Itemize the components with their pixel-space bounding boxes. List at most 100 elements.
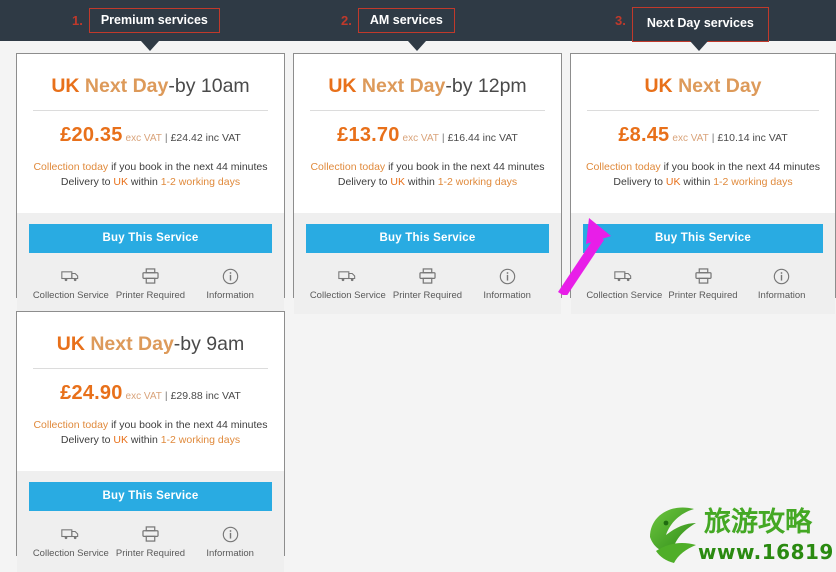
feature-printer-required[interactable]: Printer Required (111, 267, 191, 301)
price-row: £8.45 exc VAT | £10.14 inc VAT (585, 111, 821, 151)
card-title: UK Next Day-by 10am (31, 66, 270, 110)
feature-label: Information (757, 290, 806, 301)
delivery-mid: within (680, 176, 714, 188)
collection-highlight: Collection today (585, 161, 661, 173)
price-separator: | (711, 132, 715, 144)
caret-down-icon-nextday (690, 41, 708, 51)
tab-premium-services[interactable]: Premium services (88, 8, 220, 33)
buy-this-service-button[interactable]: Buy This Service (29, 224, 272, 253)
feature-label: Information (483, 290, 531, 301)
site-watermark: 旅游攻略 www.1681989.cn (650, 506, 834, 564)
card-footer: Buy This Service Collection Service Prin… (17, 471, 284, 572)
collection-line: Collection today if you book in the next… (31, 418, 270, 433)
service-card-next-day-10am[interactable]: UK Next Day-by 10am £20.35 exc VAT | £24.42… (16, 53, 285, 314)
price-inc-vat: £10.14 inc VAT (717, 132, 788, 144)
delivery-line: Delivery to UK within 1-2 working days (308, 175, 547, 190)
title-uk: UK (56, 333, 85, 355)
service-card-next-day-9am[interactable]: UK Next Day-by 9am £24.90 exc VAT | £29.88 … (16, 311, 285, 572)
feature-row: Collection Service Printer Required Info… (306, 253, 549, 305)
delivery-prefix: Delivery to (60, 176, 114, 188)
tab-group-premium: 1. Premium services (72, 0, 220, 41)
feature-information[interactable]: Information (190, 267, 270, 301)
feature-printer-required[interactable]: Printer Required (664, 267, 743, 301)
info-icon (742, 267, 821, 285)
service-card-next-day-12pm[interactable]: UK Next Day-by 12pm £13.70 exc VAT | £16.44… (293, 53, 562, 314)
feature-information[interactable]: Information (190, 525, 270, 559)
buy-this-service-button[interactable]: Buy This Service (306, 224, 549, 253)
feature-collection-service[interactable]: Collection Service (308, 267, 388, 301)
delivery-days: 1-2 working days (713, 176, 793, 188)
delivery-info: Collection today if you book in the next… (585, 151, 821, 203)
feature-label: Printer Required (115, 290, 186, 301)
watermark-chinese-text: 旅游攻略 (704, 506, 813, 538)
delivery-info: Collection today if you book in the next… (31, 409, 270, 461)
tab-number-2: 2. (341, 13, 352, 28)
tab-number-1: 1. (72, 13, 83, 28)
delivery-mid: within (128, 176, 161, 188)
feature-row: Collection Service Printer Required Info… (29, 253, 272, 305)
price-exc-vat: £20.35 (60, 124, 123, 146)
title-nextday: Next Day (84, 75, 169, 97)
feature-label: Information (206, 548, 254, 559)
feature-label: Collection Service (309, 290, 386, 301)
collection-highlight: Collection today (33, 161, 109, 173)
watermark-leaf-logo (650, 507, 696, 563)
delivery-info: Collection today if you book in the next… (308, 151, 547, 203)
card-title: UK Next Day (585, 66, 821, 110)
tab-am-services[interactable]: AM services (357, 8, 455, 33)
buy-this-service-button[interactable]: Buy This Service (29, 482, 272, 511)
price-exc-label: exc VAT (672, 133, 709, 144)
feature-label: Collection Service (586, 290, 663, 301)
truck-icon (585, 267, 664, 285)
price-exc-label: exc VAT (125, 133, 162, 144)
title-nextday: Next Day (90, 333, 174, 355)
tab-next-day-services[interactable]: Next Day services (631, 7, 769, 42)
title-suffix: -by 9am (173, 333, 245, 355)
collection-highlight: Collection today (310, 161, 386, 173)
delivery-prefix: Delivery to (60, 434, 114, 446)
collection-line: Collection today if you book in the next… (31, 160, 270, 175)
price-inc-vat: £29.88 inc VAT (170, 390, 241, 402)
card-body: UK Next Day-by 12pm £13.70 exc VAT | £16.44… (294, 54, 561, 213)
title-nextday: Next Day (678, 75, 762, 97)
feature-collection-service[interactable]: Collection Service (31, 267, 111, 301)
feature-row: Collection Service Printer Required Info… (583, 253, 823, 305)
delivery-info: Collection today if you book in the next… (31, 151, 270, 203)
delivery-days: 1-2 working days (437, 176, 518, 188)
feature-information[interactable]: Information (742, 267, 821, 301)
watermark-url-text: www.1681989.cn (698, 540, 834, 564)
title-nextday: Next Day (361, 75, 446, 97)
delivery-country: UK (113, 176, 129, 188)
price-separator: | (164, 390, 168, 402)
collection-rest: if you book in the next 44 minutes (385, 161, 545, 173)
delivery-days: 1-2 working days (160, 434, 241, 446)
feature-printer-required[interactable]: Printer Required (111, 525, 191, 559)
buy-this-service-button[interactable]: Buy This Service (583, 224, 823, 253)
printer-icon (664, 267, 743, 285)
price-separator: | (164, 132, 168, 144)
delivery-prefix: Delivery to (613, 176, 666, 188)
service-card-next-day[interactable]: UK Next Day £8.45 exc VAT | £10.14 inc VAT … (570, 53, 836, 314)
delivery-country: UK (113, 434, 129, 446)
feature-printer-required[interactable]: Printer Required (388, 267, 468, 301)
truck-icon (31, 267, 111, 285)
card-body: UK Next Day-by 10am £20.35 exc VAT | £24.42… (17, 54, 284, 213)
services-tab-bar: 1. Premium services 2. AM services 3. Ne… (0, 0, 836, 42)
price-row: £13.70 exc VAT | £16.44 inc VAT (308, 111, 547, 151)
price-separator: | (441, 132, 445, 144)
info-icon (190, 525, 270, 543)
collection-line: Collection today if you book in the next… (308, 160, 547, 175)
feature-collection-service[interactable]: Collection Service (31, 525, 111, 559)
card-footer: Buy This Service Collection Service Prin… (17, 213, 284, 314)
title-uk: UK (644, 75, 673, 97)
price-inc-vat: £16.44 inc VAT (447, 132, 518, 144)
feature-label: Information (206, 290, 254, 301)
card-footer: Buy This Service Collection Service Prin… (571, 213, 835, 314)
feature-collection-service[interactable]: Collection Service (585, 267, 664, 301)
feature-information[interactable]: Information (467, 267, 547, 301)
title-uk: UK (51, 75, 80, 97)
collection-rest: if you book in the next 44 minutes (108, 161, 268, 173)
delivery-mid: within (405, 176, 438, 188)
tab-group-am: 2. AM services (341, 0, 455, 41)
price-row: £24.90 exc VAT | £29.88 inc VAT (31, 369, 270, 409)
